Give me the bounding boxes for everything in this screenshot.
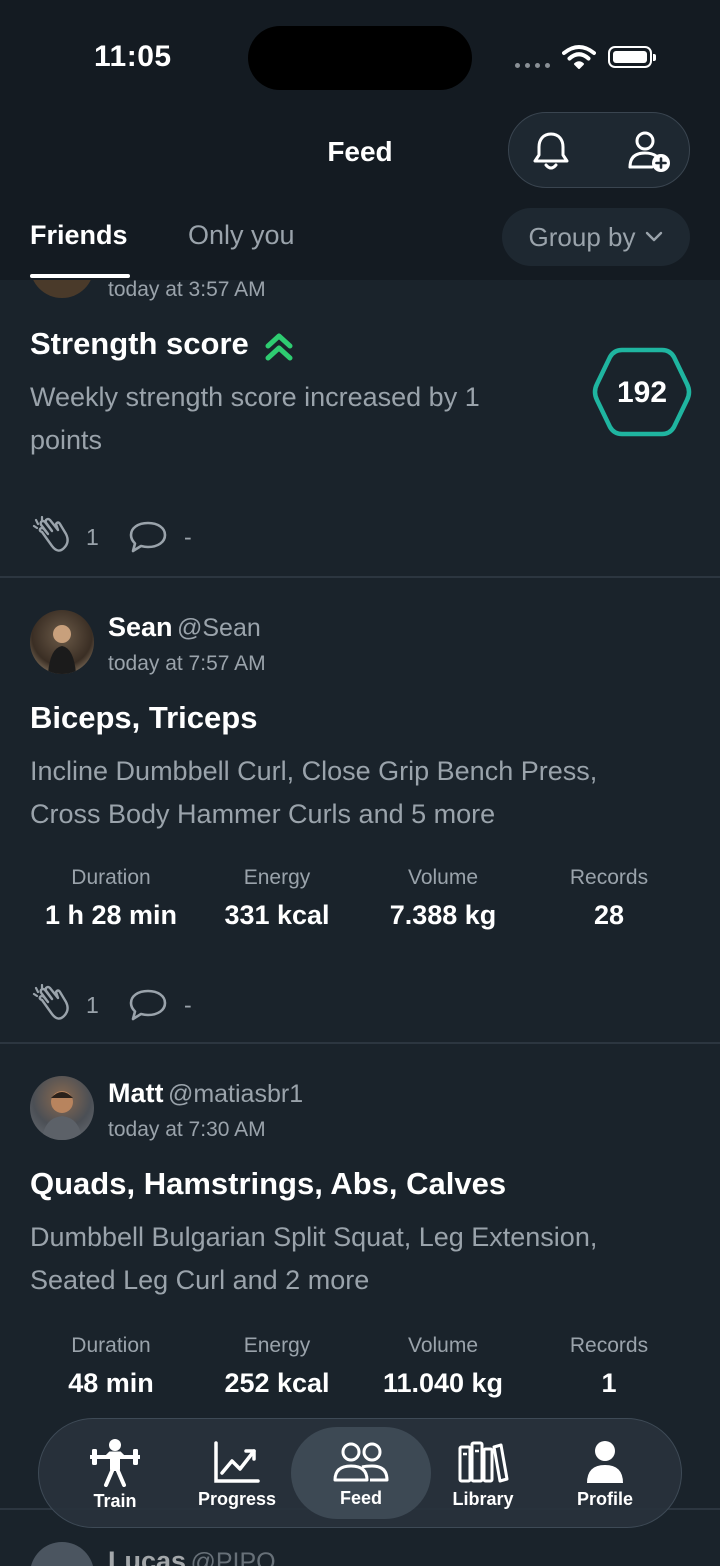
- stat-label: Duration: [71, 866, 151, 889]
- post-author: Matt @matiasbr1: [108, 1078, 303, 1109]
- clap-count: 1: [86, 524, 99, 550]
- avatar-person-icon: [42, 1091, 82, 1140]
- post-title: Quads, Hamstrings, Abs, Calves: [30, 1166, 507, 1201]
- chevron-down-icon: [646, 231, 663, 242]
- bottom-navigation: Train Progress Feed Library Profile: [38, 1418, 682, 1528]
- stat-label: Volume: [407, 866, 479, 889]
- nav-item-progress[interactable]: Progress: [177, 1419, 297, 1529]
- author-name[interactable]: Lucas: [108, 1546, 186, 1566]
- stat-label: Duration: [71, 1334, 151, 1357]
- nav-label: Feed: [339, 1487, 382, 1508]
- feed-post-strength[interactable]: today at 3:57 AM Strength score Weekly s…: [0, 234, 720, 576]
- stat-value: 331 kcal: [224, 900, 330, 930]
- avatar-person-icon: [48, 625, 76, 674]
- post-description-line1: Dumbbell Bulgarian Split Squat, Leg Exte…: [30, 1222, 598, 1252]
- stat-value: 1 h 28 min: [44, 900, 178, 930]
- double-chevron-up-icon: [265, 333, 293, 361]
- stat-value: 7.388 kg: [389, 900, 497, 930]
- score-value: 192: [616, 376, 668, 409]
- post-description-line1: Incline Dumbbell Curl, Close Grip Bench …: [30, 756, 598, 786]
- header-actions: [508, 112, 690, 188]
- top-bar: 11:05 Feed Friends Only you Group by: [0, 0, 720, 280]
- stat-label: Records: [569, 1334, 649, 1357]
- post-time: today at 7:30 AM: [108, 1118, 266, 1141]
- clap-icon[interactable]: [30, 984, 72, 1024]
- post-time: today at 7:57 AM: [108, 652, 266, 675]
- post-description-line2: Seated Leg Curl and 2 more: [30, 1265, 370, 1295]
- stat-label: Records: [569, 866, 649, 889]
- nav-label: Library: [452, 1488, 514, 1509]
- post-description-line2: Cross Body Hammer Curls and 5 more: [30, 799, 496, 829]
- battery-icon: [608, 46, 656, 68]
- stat-label: Energy: [243, 1334, 311, 1357]
- tab-active-indicator: [30, 274, 130, 278]
- workout-stats: Duration 1 h 28 min Energy 331 kcal Volu…: [28, 866, 692, 936]
- author-handle[interactable]: @matiasbr1: [168, 1080, 303, 1108]
- stat-label: Volume: [407, 1334, 479, 1357]
- nav-label: Profile: [576, 1488, 633, 1509]
- stat-value: 11.040 kg: [382, 1368, 504, 1398]
- comment-count: -: [184, 524, 192, 550]
- nav-item-train[interactable]: Train: [55, 1419, 175, 1529]
- comment-count: -: [184, 992, 192, 1018]
- nav-item-feed[interactable]: Feed: [301, 1419, 421, 1529]
- stat-value: 48 min: [68, 1368, 154, 1398]
- strength-score-badge: 192: [592, 344, 692, 440]
- post-title: Strength score: [30, 326, 249, 361]
- books-icon: [458, 1441, 509, 1482]
- avatar[interactable]: [30, 610, 94, 674]
- add-friend-icon[interactable]: [625, 129, 673, 173]
- chart-icon: [214, 1440, 260, 1483]
- stat-label: Energy: [243, 866, 311, 889]
- stat-value: 28: [593, 900, 625, 930]
- dynamic-island: [248, 26, 472, 90]
- avatar[interactable]: [30, 1542, 94, 1566]
- group-by-label: Group by: [528, 221, 636, 252]
- stat-value: 252 kcal: [224, 1368, 330, 1398]
- comment-icon[interactable]: [128, 988, 168, 1022]
- bell-icon[interactable]: [529, 129, 573, 173]
- workout-stats: Duration 48 min Energy 252 kcal Volume 1…: [28, 1334, 692, 1404]
- author-name[interactable]: Matt: [108, 1078, 164, 1108]
- post-time: today at 3:57 AM: [108, 278, 266, 301]
- comment-icon[interactable]: [128, 520, 168, 554]
- people-icon: [333, 1442, 389, 1481]
- status-time: 11:05: [94, 40, 172, 73]
- group-by-dropdown[interactable]: Group by: [502, 208, 690, 266]
- clap-icon[interactable]: [30, 516, 72, 556]
- nav-label: Progress: [197, 1488, 277, 1509]
- author-name[interactable]: Sean: [108, 612, 173, 642]
- avatar[interactable]: [30, 1076, 94, 1140]
- cellular-signal-icon: [515, 63, 550, 68]
- post-author: Sean @Sean: [108, 612, 261, 643]
- tab-only-you[interactable]: Only you: [188, 220, 295, 251]
- wifi-icon: [562, 45, 596, 69]
- nav-item-profile[interactable]: Profile: [545, 1419, 665, 1529]
- person-icon: [587, 1440, 623, 1483]
- author-handle[interactable]: @Sean: [177, 614, 261, 642]
- barbell-icon: [90, 1438, 140, 1487]
- post-description: Weekly strength score increased by 1 poi…: [30, 382, 480, 455]
- tab-friends[interactable]: Friends: [30, 220, 128, 251]
- clap-count: 1: [86, 992, 99, 1018]
- post-title: Biceps, Triceps: [30, 700, 258, 735]
- nav-label: Train: [93, 1490, 137, 1511]
- author-handle[interactable]: @PIPO: [191, 1548, 276, 1566]
- post-author: Lucas @PIPO: [108, 1546, 276, 1566]
- stat-value: 1: [601, 1368, 617, 1398]
- feed-post-workout[interactable]: Sean @Sean today at 7:57 AM Biceps, Tric…: [0, 578, 720, 1042]
- nav-item-library[interactable]: Library: [423, 1419, 543, 1529]
